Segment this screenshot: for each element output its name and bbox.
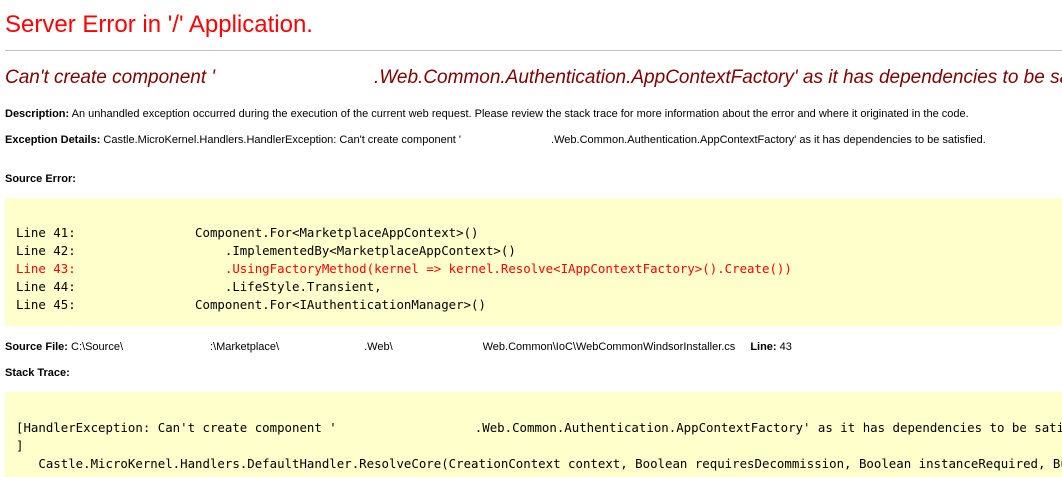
exception-details: Exception Details: Castle.MicroKernel.Ha… — [5, 134, 986, 146]
page-title: Server Error in '/' Application. — [5, 11, 313, 38]
source-file-line-value: 43 — [779, 341, 792, 353]
source-file: Source File: C:\Source\ :\Marketplace\ .We… — [5, 341, 792, 353]
stack-trace-line-1: [HandlerException: Can't create componen… — [16, 419, 1062, 437]
stack-trace-line-3: Castle.MicroKernel.Handlers.DefaultHandl… — [16, 456, 1062, 471]
source-file-path-3: .Web\ — [364, 341, 393, 353]
source-line-43-error: Line 43: .UsingFactoryMethod(kernel => k… — [16, 261, 792, 276]
description-text: An unhandled exception occurred during t… — [71, 108, 969, 120]
source-file-path-2: :\Marketplace\ — [210, 341, 280, 353]
error-message-part2: .Web.Common.Authentication.AppContextFac… — [374, 67, 1062, 88]
stack-trace-code-box: [HandlerException: Can't create componen… — [5, 392, 1062, 477]
source-file-path-1: C:\Source\ — [71, 341, 123, 353]
stack-trace-line-1-part2: .Web.Common.Authentication.AppContextFac… — [474, 420, 1062, 435]
source-file-line-label: Line: — [750, 341, 777, 353]
stack-trace-line-1-part1: [HandlerException: Can't create componen… — [16, 420, 337, 435]
source-line-42: Line 42: .ImplementedBy<MarketplaceAppCo… — [16, 243, 516, 258]
source-file-label: Source File: — [5, 341, 68, 353]
header-divider — [5, 50, 1062, 51]
stack-trace-line-2: ] — [16, 438, 24, 453]
error-message-part1: Can't create component ' — [5, 67, 216, 88]
exception-details-part2: .Web.Common.Authentication.AppContextFac… — [551, 134, 986, 146]
source-line-41: Line 41: Component.For<MarketplaceAppCon… — [16, 225, 479, 240]
exception-details-label: Exception Details: — [5, 134, 101, 146]
source-error-code-box: Line 41: Component.For<MarketplaceAppCon… — [5, 198, 1062, 326]
source-line-45: Line 45: Component.For<IAuthenticationMa… — [16, 297, 486, 312]
description-label: Description: — [5, 108, 70, 120]
stack-trace-label: Stack Trace: — [5, 367, 70, 379]
description: Description: An unhandled exception occu… — [5, 108, 969, 120]
source-file-path-4: Web.Common\IoC\WebCommonWindsorInstaller… — [482, 341, 736, 353]
source-error-label: Source Error: — [5, 173, 76, 185]
exception-details-part1: Castle.MicroKernel.Handlers.HandlerExcep… — [103, 134, 462, 146]
source-line-44: Line 44: .LifeStyle.Transient, — [16, 279, 382, 294]
error-message: Can't create component ' .Web.Common.Auth… — [5, 67, 1062, 89]
